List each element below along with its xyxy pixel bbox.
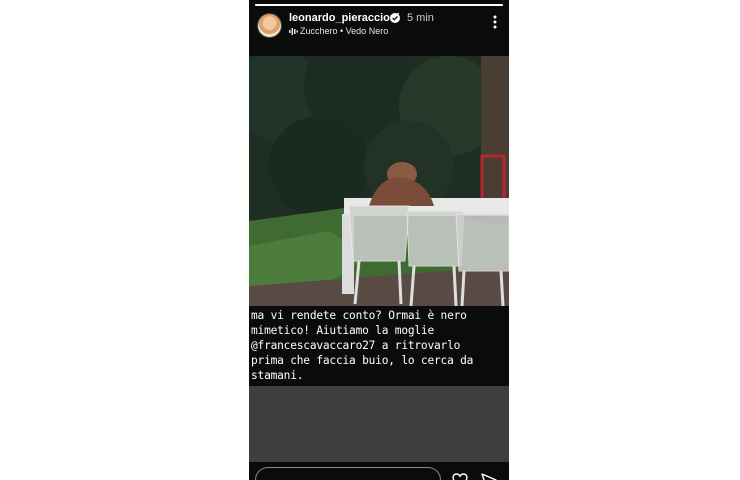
story-progress-bar (255, 4, 503, 6)
story-photo (249, 56, 509, 306)
caption-line: ma vi rendete conto? Ormai è nero (251, 309, 467, 322)
reply-input[interactable] (255, 467, 441, 480)
send-icon[interactable] (481, 473, 497, 480)
music-label[interactable]: Zucchero • Vedo Nero (300, 26, 388, 36)
caption-line: prima che faccia buio, lo cerca da (251, 354, 474, 367)
story-progress-fill (255, 4, 503, 6)
caption-line: mimetico! Aiutiamo la moglie (251, 324, 434, 337)
audio-wave-icon (289, 28, 298, 35)
garden-scene-image (249, 56, 509, 306)
caption-line: @francescavaccaro27 a ritrovarlo (251, 339, 461, 352)
caption-line: stamani. (251, 369, 304, 382)
post-time: 5 min (407, 12, 434, 24)
link-preview-card[interactable] (249, 386, 509, 462)
more-vertical-icon[interactable] (493, 15, 497, 29)
story-viewer[interactable]: leonardo_pieraccioni 5 min Zucchero • Ve… (249, 0, 509, 480)
profile-avatar[interactable] (257, 13, 282, 38)
story-caption: ma vi rendete conto? Ormai è nero mimeti… (251, 308, 507, 383)
heart-icon[interactable] (452, 473, 468, 480)
verified-badge-icon (390, 13, 400, 23)
username[interactable]: leonardo_pieraccioni (289, 12, 400, 24)
